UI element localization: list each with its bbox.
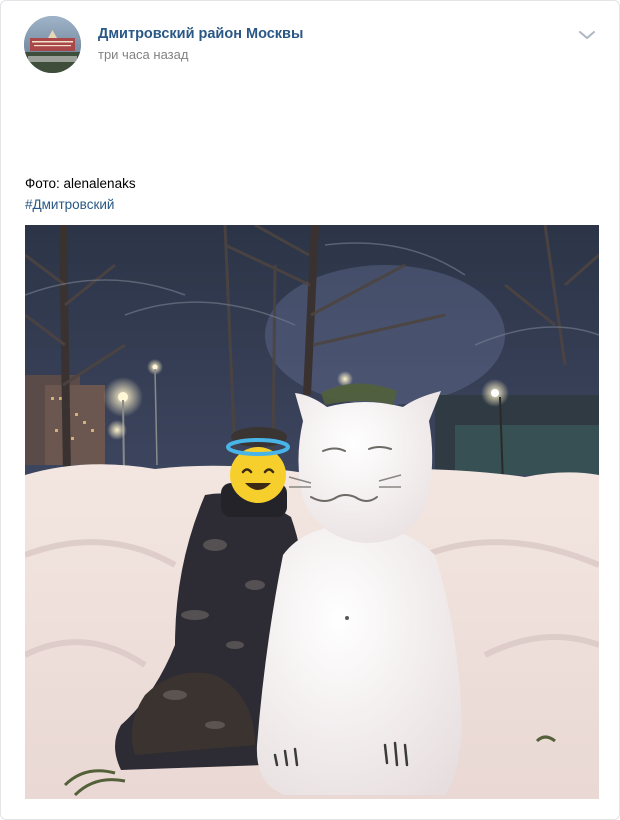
chevron-down-icon[interactable] [577, 26, 597, 44]
community-name-link[interactable]: Дмитровский район Москвы [98, 26, 303, 42]
post-text: Фото: alenalenaks #Дмитровский [25, 173, 136, 215]
snow-cat-photo [25, 225, 599, 799]
photo-credit: Фото: alenalenaks [25, 176, 136, 191]
post-card: Дмитровский район Москвы три часа назад … [0, 0, 620, 820]
post-photo[interactable] [25, 225, 599, 799]
avatar-image [24, 16, 81, 73]
post-timestamp[interactable]: три часа назад [98, 47, 188, 62]
post-header: Дмитровский район Москвы три часа назад [24, 16, 599, 74]
community-avatar[interactable] [24, 16, 81, 73]
hashtag-link[interactable]: #Дмитровский [25, 194, 136, 215]
